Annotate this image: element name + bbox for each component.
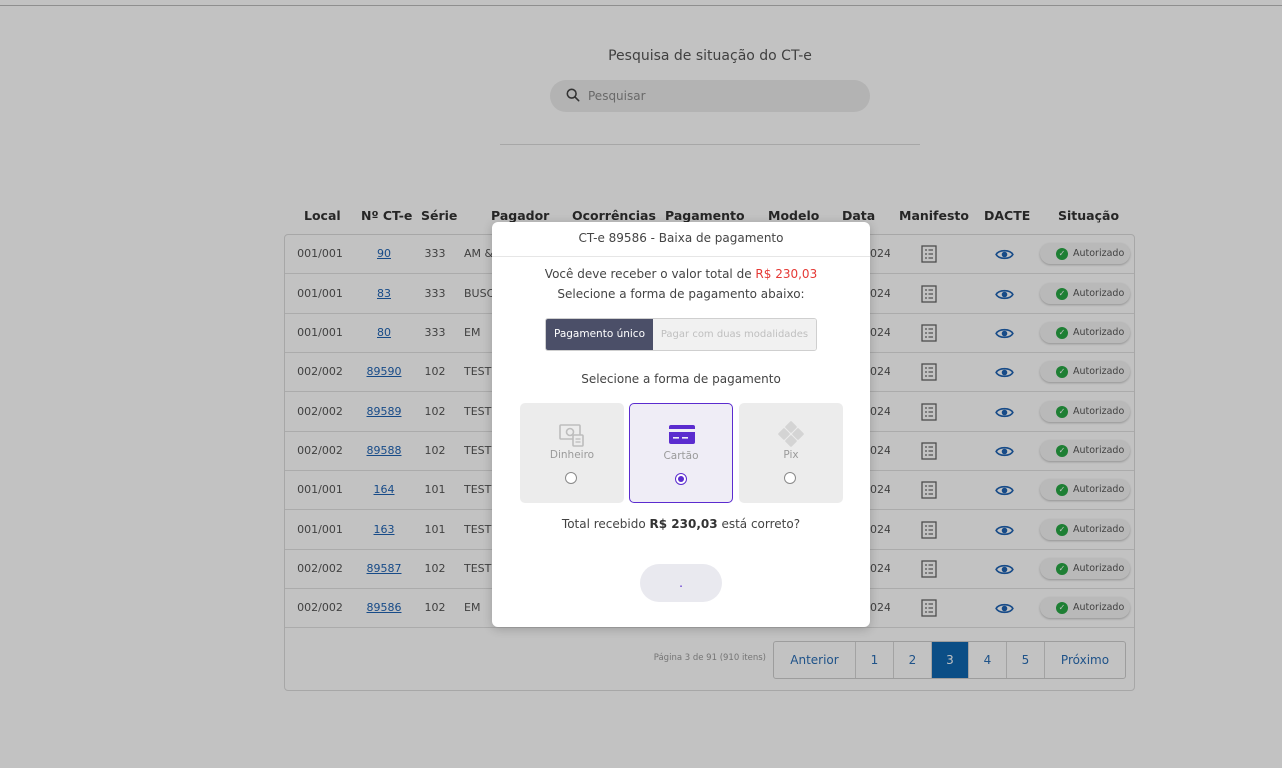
cash-icon — [558, 421, 586, 447]
radio-cash[interactable] — [565, 472, 577, 484]
amount-due-prefix: Você deve receber o valor total de — [544, 267, 752, 281]
method-label-pix: Pix — [783, 449, 799, 461]
two-methods-tab[interactable]: Pagar com duas modalidades — [653, 319, 816, 350]
single-payment-tab[interactable]: Pagamento único — [546, 319, 653, 350]
total-amount: R$ 230,03 — [649, 517, 718, 531]
total-confirmation-text: Total recebido R$ 230,03 está correto? — [492, 517, 870, 531]
method-label-cash: Dinheiro — [549, 449, 595, 461]
select-method-text: Selecione a forma de pagamento — [581, 372, 781, 386]
modal-title: CT-e 89586 - Baixa de pagamento — [492, 222, 870, 257]
method-option-cash[interactable]: Dinheiro — [520, 403, 624, 503]
radio-card[interactable] — [675, 473, 687, 485]
select-below-text: Selecione a forma de pagamento abaixo: — [557, 287, 805, 301]
total-prefix: Total recebido — [561, 517, 646, 531]
method-label-card: Cartão — [663, 450, 699, 462]
method-option-pix[interactable]: Pix — [739, 403, 843, 503]
amount-due-value: R$ 230,03 — [755, 267, 818, 281]
payment-mode-toggle: Pagamento único Pagar com duas modalidad… — [545, 318, 817, 351]
credit-card-icon — [668, 422, 696, 448]
amount-due-text: Você deve receber o valor total de R$ 23… — [492, 267, 870, 281]
method-option-card[interactable]: Cartão — [629, 403, 733, 503]
radio-pix[interactable] — [784, 472, 796, 484]
confirm-button[interactable]: . — [640, 564, 722, 602]
pix-icon — [777, 421, 805, 447]
payment-modal: CT-e 89586 - Baixa de pagamento Você dev… — [492, 222, 870, 627]
total-suffix: está correto? — [721, 517, 801, 531]
